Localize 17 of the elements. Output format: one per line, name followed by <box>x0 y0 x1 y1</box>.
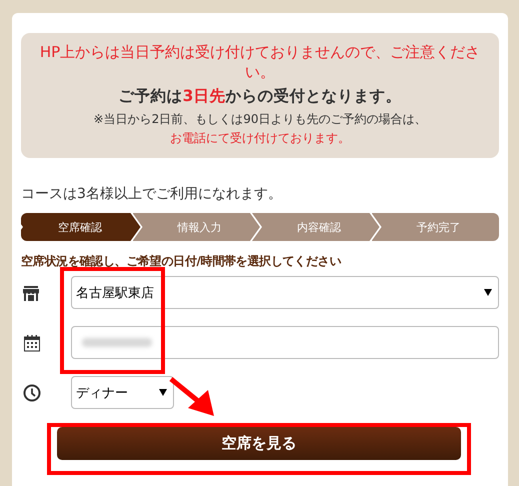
note-text: ※当日から2日前、もしくは90日よりも先のご予約の場合は、 <box>92 111 428 128</box>
select-field[interactable]: 名古屋駅東店 <box>71 276 499 309</box>
course-note: コースは3名様以上でご利用になれます。 <box>21 185 283 203</box>
date-field[interactable] <box>71 326 499 359</box>
caret-icon <box>484 289 492 296</box>
blurred-value <box>82 338 152 347</box>
caret-icon <box>159 389 167 396</box>
arrow-icon <box>169 377 214 416</box>
instruction-text: 空席状況を確認し、ご希望の日付/時間帯を選択してください <box>21 253 342 270</box>
store-icon <box>23 284 39 300</box>
submit-button[interactable]: 空席を見る <box>57 427 461 460</box>
select-field[interactable]: ディナー <box>71 376 174 409</box>
warning-text: HP上からは当日予約は受け付けておりませんので、ご注意ください。 <box>38 42 482 82</box>
phone-note-text: お電話にて受け付けております。 <box>169 130 351 147</box>
clock-icon <box>23 384 41 402</box>
lead-text: ご予約は3日先からの受付となります。 <box>118 86 402 107</box>
calendar-icon <box>23 334 41 352</box>
